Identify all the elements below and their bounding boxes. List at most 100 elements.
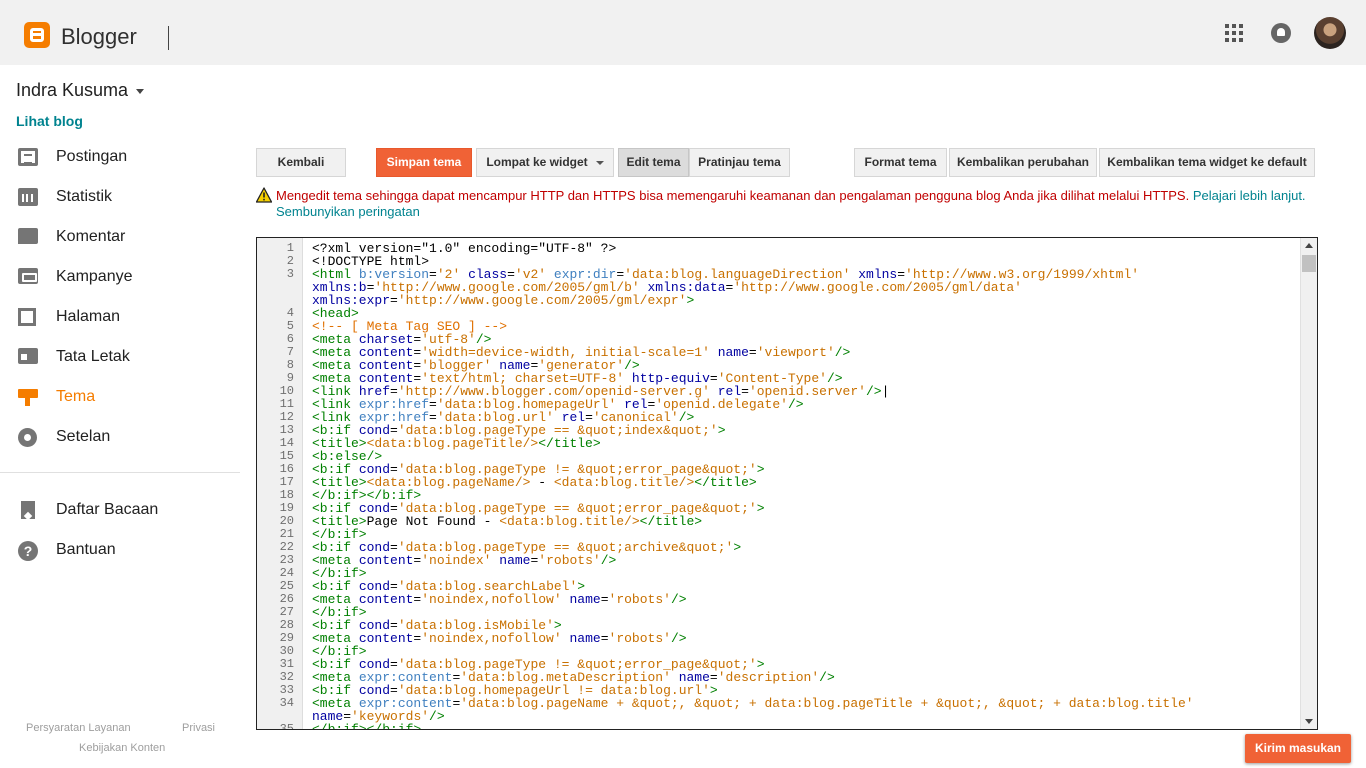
code-token: />: [865, 384, 882, 399]
code-token: 'data:blog.pageName + &quot;, &quot; + d…: [460, 696, 1194, 711]
code-token: 'description': [717, 670, 820, 685]
code-editor[interactable]: 1 <?xml version="1.0" encoding="UTF-8" ?>…: [256, 237, 1318, 730]
code-token: content: [358, 631, 414, 646]
code-token: |: [881, 384, 890, 399]
code-token: >: [733, 540, 742, 555]
comment-icon: [18, 228, 38, 244]
warning-message: Mengedit tema sehingga dapat mencampur H…: [276, 188, 1190, 203]
format-theme-button[interactable]: Format tema: [854, 148, 947, 177]
code-token: </title>: [694, 475, 757, 490]
code-content[interactable]: 1 <?xml version="1.0" encoding="UTF-8" ?>…: [257, 242, 1301, 730]
edit-theme-button[interactable]: Edit tema: [618, 148, 689, 177]
blogger-logo-icon[interactable]: [24, 22, 50, 48]
code-token: />: [834, 345, 851, 360]
code-line[interactable]: 35 </b:if></b:if>: [257, 723, 1301, 730]
code-line[interactable]: 14 <title><data:blog.pageTitle/></title>: [257, 437, 1301, 451]
preview-theme-button[interactable]: Pratinjau tema: [689, 148, 790, 177]
code-token: 'robots': [608, 631, 671, 646]
code-line[interactable]: 29 <meta content='noindex,nofollow' name=…: [257, 631, 1301, 646]
send-feedback-button[interactable]: Kirim masukan: [1245, 734, 1351, 763]
jump-to-widget-dropdown[interactable]: Lompat ke widget: [476, 148, 614, 177]
user-name[interactable]: Indra Kusuma: [16, 80, 128, 101]
code-token: Page Not Found -: [366, 514, 500, 529]
scroll-down-arrow-icon[interactable]: [1305, 719, 1313, 724]
view-blog-link[interactable]: Lihat blog: [16, 113, 83, 129]
apps-grid-icon[interactable]: [1225, 24, 1243, 42]
revert-changes-button[interactable]: Kembalikan perubahan: [949, 148, 1097, 177]
code-token: 'noindex,nofollow': [421, 631, 562, 646]
scrollbar-thumb[interactable]: [1302, 255, 1316, 272]
header-divider: [168, 26, 169, 50]
sidebar-item-setelan[interactable]: Setelan: [0, 420, 240, 454]
warning-icon: [256, 187, 272, 203]
code-token: 'http://www.google.com/2005/gml/data': [733, 280, 1022, 295]
code-line[interactable]: 26 <meta content='noindex,nofollow' name=…: [257, 592, 1301, 607]
sidebar-item-label: Statistik: [56, 188, 113, 205]
hide-warning-link[interactable]: Sembunyikan peringatan: [276, 204, 420, 220]
sidebar-item-tema[interactable]: Tema: [0, 380, 240, 414]
layout-icon: [18, 348, 38, 364]
stats-icon: [18, 188, 38, 206]
code-line[interactable]: 23 <meta content='noindex' name='robots'/…: [257, 553, 1301, 568]
code-line[interactable]: xmlns:expr='http://www.google.com/2005/g…: [257, 294, 1301, 307]
gear-icon: [18, 428, 37, 447]
sidebar-item-komentar[interactable]: Komentar: [0, 220, 240, 254]
code-token: >: [756, 462, 765, 477]
sidebar-item-postingan[interactable]: Postingan: [0, 140, 240, 174]
bell-icon[interactable]: [1271, 23, 1291, 43]
code-token: content: [358, 592, 414, 607]
avatar[interactable]: [1314, 17, 1346, 49]
sidebar-item-kampanye[interactable]: Kampanye: [0, 260, 240, 294]
code-token: name: [569, 631, 601, 646]
code-token: />: [670, 592, 687, 607]
sidebar-item-bantuan[interactable]: ? Bantuan: [0, 533, 240, 567]
content-policy-link[interactable]: Kebijakan Konten: [79, 742, 165, 754]
sidebar-item-halaman[interactable]: Halaman: [0, 300, 240, 334]
app-title[interactable]: Blogger: [61, 24, 137, 50]
top-bar: Blogger: [0, 0, 1366, 65]
sidebar-item-tata-letak[interactable]: Tata Letak: [0, 340, 240, 374]
pages-icon: [18, 308, 36, 326]
code-token: />: [670, 631, 687, 646]
line-number: 35: [279, 722, 294, 730]
sidebar-item-label: Setelan: [56, 428, 111, 445]
chevron-down-icon[interactable]: [136, 89, 144, 94]
sidebar-item-label: Postingan: [56, 148, 128, 165]
terms-link[interactable]: Persyaratan Layanan: [26, 722, 131, 734]
scroll-up-arrow-icon[interactable]: [1305, 243, 1313, 248]
code-token: =: [600, 631, 609, 646]
code-token: name: [569, 592, 601, 607]
code-token: <data:blog.title/>: [553, 475, 695, 490]
help-icon: ?: [18, 541, 38, 561]
sidebar-item-daftar-bacaan[interactable]: Daftar Bacaan: [0, 493, 240, 527]
editor-scrollbar[interactable]: [1300, 238, 1317, 729]
code-text: <title>Page Not Found - <data:blog.title…: [312, 515, 702, 528]
sidebar-item-label: Bantuan: [56, 541, 116, 558]
code-line[interactable]: 20 <title>Page Not Found - <data:blog.tit…: [257, 515, 1301, 529]
code-token: >: [686, 293, 695, 308]
code-token: content: [358, 553, 414, 568]
code-token: -: [530, 475, 554, 490]
code-token: >: [756, 501, 765, 516]
line-number: 34: [279, 696, 294, 710]
code-token: 'noindex': [421, 553, 492, 568]
posts-icon: [18, 148, 38, 166]
sidebar-item-label: Komentar: [56, 228, 126, 245]
code-token: =: [390, 293, 398, 308]
learn-more-link[interactable]: Pelajari lebih lanjut.: [1193, 188, 1306, 203]
back-button[interactable]: Kembali: [256, 148, 346, 177]
warning-text: Mengedit tema sehingga dapat mencampur H…: [276, 188, 1306, 204]
code-text: xmlns:expr='http://www.google.com/2005/g…: [312, 294, 694, 307]
line-number: 3: [286, 267, 294, 281]
code-token: name: [499, 553, 531, 568]
chevron-down-icon: [595, 160, 604, 165]
bookmark-icon: [21, 501, 35, 519]
code-token: <data:blog.title/>: [499, 514, 640, 529]
code-token: 'http://www.google.com/2005/gml/expr': [397, 293, 687, 308]
save-theme-button[interactable]: Simpan tema: [376, 148, 472, 177]
revert-widget-theme-button[interactable]: Kembalikan tema widget ke default: [1099, 148, 1315, 177]
sidebar-item-statistik[interactable]: Statistik: [0, 180, 240, 214]
sidebar-item-label: Halaman: [56, 308, 121, 325]
privacy-link[interactable]: Privasi: [182, 722, 215, 734]
